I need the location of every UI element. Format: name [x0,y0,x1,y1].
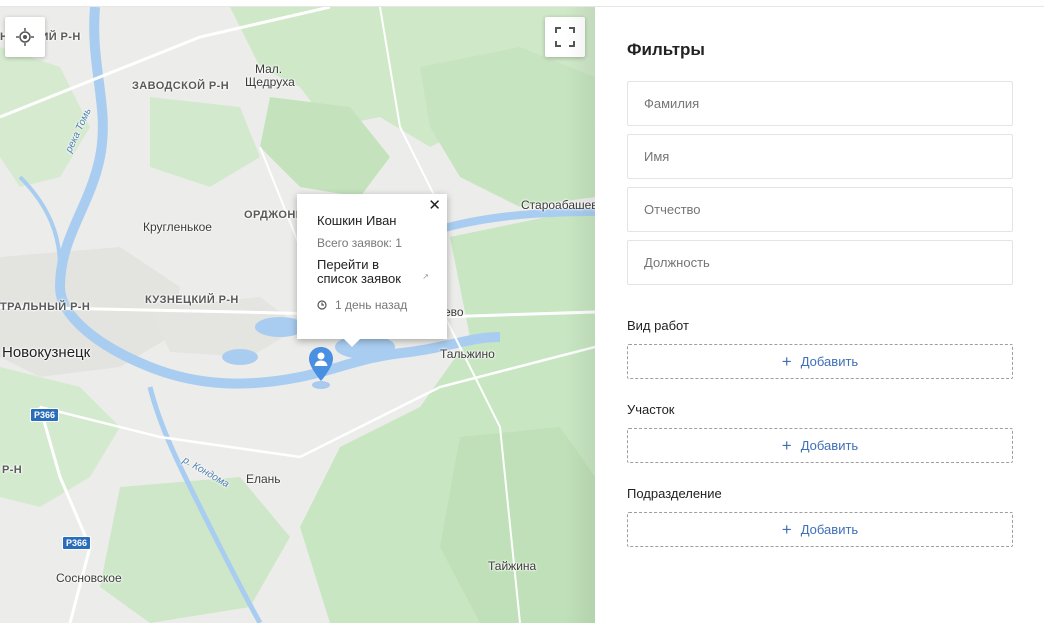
patronymic-input[interactable] [628,188,1012,231]
surname-field[interactable] [627,81,1013,126]
external-link-icon: ↗ [422,272,429,281]
map-edge-shadow [565,7,595,623]
surname-input[interactable] [628,82,1012,125]
road-badge-r366: Р366 [62,536,92,550]
name-field[interactable] [627,134,1013,179]
map-label-talzhino: Тальжино [440,347,495,361]
position-input[interactable] [628,241,1012,284]
popup-close-button[interactable]: ✕ [428,198,441,213]
add-area-label: Добавить [800,438,859,453]
filters-panel: Фильтры Вид работ + Добавить Участок + Д… [595,7,1044,623]
marker-popup: ✕ Кошкин Иван Всего заявок: 1 Перейти в … [297,194,447,347]
popup-link-line1: Перейти в [317,257,380,272]
person-pin-icon [309,347,333,389]
map-label-novokuznetsk: Новокузнецк [2,344,91,361]
work-type-label: Вид работ [627,318,689,333]
popup-request-count: Всего заявок: 1 [317,236,402,250]
map-label-rn-left: Р-Н [2,464,23,476]
clock-icon [317,300,327,310]
plus-icon: + [781,352,792,371]
plus-icon: + [781,520,792,539]
popup-time: 1 день назад [317,298,427,312]
map-label-tayzhina: Тайжина [488,559,537,573]
employee-marker[interactable] [308,345,334,391]
map-label-zavodskoy: ЗАВОДСКОЙ Р-Н [132,80,230,92]
map-label-kruglenkoe: Кругленькое [143,220,212,234]
map-label-mal: Мал. [255,62,283,76]
plus-icon: + [781,436,792,455]
popup-link-line2: список заявок [317,271,401,286]
add-division-label: Добавить [800,522,859,537]
division-label: Подразделение [627,486,722,501]
road-badge-r366: Р366 [30,408,60,422]
add-area-button[interactable]: + Добавить [627,428,1013,463]
add-division-button[interactable]: + Добавить [627,512,1013,547]
patronymic-field[interactable] [627,187,1013,232]
add-work-type-label: Добавить [800,354,859,369]
name-input[interactable] [628,135,1012,178]
map-label-sosnovskoe: Сосновское [56,571,122,585]
map-label-elan: Елань [246,472,281,486]
area-label: Участок [627,402,675,417]
popup-time-text: 1 день назад [335,298,408,312]
map-label-shchedrukha: Щедруха [245,75,295,89]
crosshair-icon [16,28,34,46]
position-field[interactable] [627,240,1013,285]
map-label-ordzhoni: ОРДЖОНИ [244,209,305,221]
filters-title: Фильтры [627,40,705,59]
map-label-kuznetsky: КУЗНЕЦКИЙ Р-Н [145,294,239,306]
map-label-central: ТРАЛЬНЫЙ Р-Н [0,301,91,313]
popup-employee-name: Кошкин Иван [317,213,397,228]
top-strip [0,0,1044,7]
locate-button[interactable] [5,17,45,57]
popup-go-to-requests-link[interactable]: Перейти в список заявок ↗ [317,257,429,286]
add-work-type-button[interactable]: + Добавить [627,344,1013,379]
map[interactable]: НИНСКИЙ Р-Н ЗАВОДСКОЙ Р-Н Мал. Щедруха р… [0,7,595,623]
